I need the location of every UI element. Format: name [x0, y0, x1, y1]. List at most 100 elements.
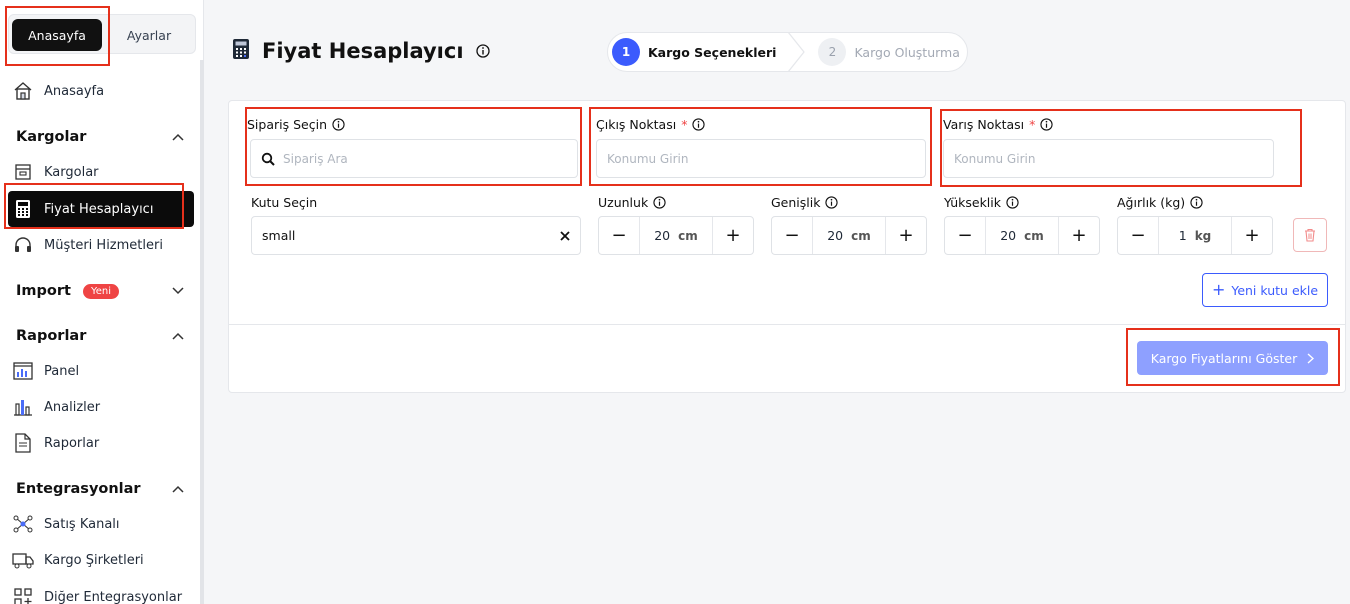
- card-divider: [228, 324, 1346, 325]
- sidebar-scrollbar[interactable]: [200, 60, 204, 604]
- label-text: Uzunluk: [598, 195, 649, 210]
- sidebar-item-label: Kargo Şirketleri: [44, 552, 144, 568]
- tab-anasayfa[interactable]: Anasayfa: [12, 19, 102, 51]
- destination-placeholder: Konumu Girin: [954, 151, 1036, 166]
- document-icon: [12, 432, 34, 454]
- origin-input[interactable]: Konumu Girin: [596, 139, 926, 178]
- sidebar-item-kargolar[interactable]: Kargolar: [12, 158, 99, 186]
- progress-stepper: 1 Kargo Seçenekleri 2 Kargo Oluşturma: [607, 32, 968, 72]
- sidebar-item-label: Anasayfa: [44, 83, 105, 99]
- box-select[interactable]: small: [251, 216, 581, 255]
- width-stepper: − 20 cm +: [771, 216, 927, 255]
- destination-input[interactable]: Konumu Girin: [943, 139, 1274, 178]
- length-value[interactable]: 20 cm: [639, 217, 713, 254]
- label-text: Varış Noktası: [943, 117, 1025, 132]
- network-icon: [12, 513, 34, 535]
- step-kargo-secenekleri[interactable]: 1 Kargo Seçenekleri: [608, 38, 780, 66]
- sidebar: Anasayfa Ayarlar Anasayfa Kargolar Kargo…: [0, 0, 204, 604]
- sidebar-item-anasayfa[interactable]: Anasayfa: [12, 77, 104, 105]
- search-icon: [261, 152, 275, 166]
- section-title: Kargolar: [16, 129, 87, 145]
- sidebar-item-label: Panel: [44, 363, 80, 379]
- sidebar-item-kargo-sirketleri[interactable]: Kargo Şirketleri: [12, 546, 144, 574]
- info-icon[interactable]: [825, 196, 839, 209]
- height-label: Yükseklik: [944, 195, 1019, 210]
- increment-button[interactable]: +: [713, 217, 753, 254]
- decrement-button[interactable]: −: [599, 217, 639, 254]
- width-value[interactable]: 20 cm: [812, 217, 886, 254]
- page-title-text: Fiyat Hesaplayıcı: [262, 39, 464, 63]
- sidebar-item-analizler[interactable]: Analizler: [12, 393, 100, 421]
- box-icon: [12, 161, 34, 183]
- weight-label: Ağırlık (kg): [1117, 195, 1203, 210]
- dashboard-icon: [12, 360, 34, 382]
- section-raporlar[interactable]: Raporlar: [16, 324, 184, 348]
- sidebar-item-label: Satış Kanalı: [44, 516, 120, 532]
- calculator-icon: [12, 198, 34, 220]
- required-asterisk: *: [1029, 117, 1036, 132]
- info-icon[interactable]: [475, 39, 490, 63]
- sidebar-item-raporlar[interactable]: Raporlar: [12, 429, 99, 457]
- decrement-button[interactable]: −: [772, 217, 812, 254]
- plus-icon: +: [1211, 280, 1226, 299]
- label-text: Kutu Seçin: [251, 195, 318, 210]
- origin-label: Çıkış Noktası *: [596, 117, 706, 132]
- sidebar-item-diger-entegrasyonlar[interactable]: Diğer Entegrasyonlar: [12, 583, 182, 604]
- order-search-input[interactable]: Sipariş Ara: [250, 139, 578, 178]
- sidebar-item-label: Analizler: [44, 399, 101, 415]
- required-asterisk: *: [681, 117, 688, 132]
- length-stepper: − 20 cm +: [598, 216, 754, 255]
- calculator-icon: [232, 38, 250, 65]
- chevron-up-icon: [172, 483, 184, 495]
- sidebar-item-fiyat-hesaplayici[interactable]: Fiyat Hesaplayıcı: [8, 191, 194, 227]
- decrement-button[interactable]: −: [945, 217, 985, 254]
- sidebar-item-satis-kanali[interactable]: Satış Kanalı: [12, 510, 120, 538]
- info-icon[interactable]: [1190, 196, 1203, 209]
- order-label: Sipariş Seçin: [247, 117, 345, 132]
- info-icon[interactable]: [332, 118, 345, 131]
- section-title: Raporlar: [16, 328, 87, 344]
- step-kargo-olusturma[interactable]: 2 Kargo Oluşturma: [814, 38, 963, 66]
- unit-text: kg: [1194, 228, 1212, 243]
- increment-button[interactable]: +: [886, 217, 926, 254]
- section-title: Import: [16, 283, 71, 299]
- weight-stepper: − 1 kg +: [1117, 216, 1273, 255]
- sidebar-item-label: Diğer Entegrasyonlar: [44, 589, 183, 604]
- height-stepper: − 20 cm +: [944, 216, 1100, 255]
- decrement-button[interactable]: −: [1118, 217, 1158, 254]
- increment-button[interactable]: +: [1232, 217, 1272, 254]
- section-title-group: Import Yeni: [16, 283, 119, 299]
- section-kargolar[interactable]: Kargolar: [16, 125, 184, 149]
- sidebar-item-musteri-hizmetleri[interactable]: Müşteri Hizmetleri: [12, 231, 163, 259]
- page-title: Fiyat Hesaplayıcı: [232, 36, 490, 66]
- increment-button[interactable]: +: [1059, 217, 1099, 254]
- info-icon[interactable]: [653, 196, 666, 209]
- value-text: 20: [1000, 228, 1017, 243]
- sidebar-item-label: Müşteri Hizmetleri: [44, 237, 163, 253]
- add-box-button[interactable]: + Yeni kutu ekle: [1202, 273, 1328, 307]
- trash-icon: [1305, 228, 1315, 242]
- info-icon[interactable]: [692, 118, 706, 131]
- tab-ayarlar[interactable]: Ayarlar: [105, 19, 193, 51]
- unit-text: cm: [1024, 228, 1044, 243]
- box-label: Kutu Seçin: [251, 195, 317, 210]
- section-import[interactable]: Import Yeni: [16, 279, 184, 303]
- sidebar-item-label: Fiyat Hesaplayıcı: [44, 201, 154, 217]
- order-search-placeholder: Sipariş Ara: [283, 151, 348, 166]
- step-label: Kargo Seçenekleri: [648, 44, 777, 60]
- length-label: Uzunluk: [598, 195, 666, 210]
- clear-icon[interactable]: [560, 230, 570, 241]
- height-value[interactable]: 20 cm: [985, 217, 1059, 254]
- destination-label: Varış Noktası *: [943, 117, 1054, 132]
- sidebar-item-panel[interactable]: Panel: [12, 357, 79, 385]
- info-icon[interactable]: [1006, 196, 1019, 209]
- info-icon[interactable]: [1040, 118, 1054, 131]
- step-label: Kargo Oluşturma: [854, 44, 960, 60]
- delete-box-button[interactable]: [1293, 218, 1327, 252]
- label-text: Sipariş Seçin: [247, 117, 327, 132]
- chevron-up-icon: [172, 330, 184, 342]
- section-entegrasyonlar[interactable]: Entegrasyonlar: [16, 477, 184, 501]
- show-shipping-prices-button[interactable]: Kargo Fiyatlarını Göster: [1137, 341, 1328, 375]
- label-text: Ağırlık (kg): [1117, 195, 1186, 210]
- weight-value[interactable]: 1 kg: [1158, 217, 1232, 254]
